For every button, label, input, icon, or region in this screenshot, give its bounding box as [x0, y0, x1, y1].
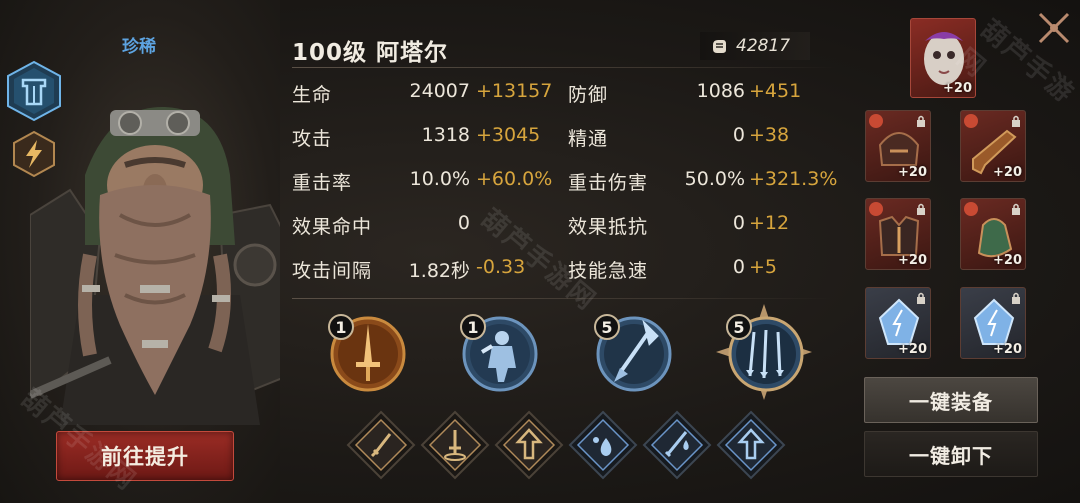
hero-detail-screen: 珍稀 前往提升 100级 阿塔尔 42817 生命 24007 +13157 防…	[0, 0, 1080, 503]
skill-level-badge: 1	[460, 314, 486, 340]
equip-crystal-slot-2[interactable]: +20	[960, 287, 1026, 359]
dwarf-hero-portrait	[30, 106, 280, 425]
stat-hp: 生命 24007 +13157	[292, 80, 562, 112]
buff-tag-icon	[869, 202, 883, 216]
stat-attack: 攻击 1318 +3045	[292, 124, 562, 156]
equip-level: +20	[943, 81, 972, 96]
blade-drop-gem-icon[interactable]	[642, 410, 712, 480]
stat-base: 10.0%	[409, 168, 470, 190]
stat-bonus: +12	[749, 212, 790, 234]
stat-base: 1086	[696, 80, 745, 102]
header-divider	[292, 67, 836, 68]
stat-name: 重击率	[292, 172, 353, 194]
skill-level-badge: 5	[594, 314, 620, 340]
stat-name: 效果命中	[292, 216, 373, 238]
skill-slot-2[interactable]: 1	[458, 312, 538, 392]
stat-name: 重击伤害	[568, 172, 649, 194]
stat-name: 攻击	[292, 128, 333, 150]
rarity-label: 珍稀	[122, 37, 156, 57]
stat-crit-damage: 重击伤害 50.0% +321.3%	[568, 168, 838, 200]
stat-base: 0	[732, 124, 745, 146]
stat-defense: 防御 1086 +451	[568, 80, 838, 112]
stat-crit-rate: 重击率 10.0% +60.0%	[292, 168, 562, 200]
power-fist-icon	[713, 40, 726, 53]
stat-mastery: 精通 0 +38	[568, 124, 838, 156]
equip-level: +20	[898, 253, 927, 268]
up-arrow-gem-icon[interactable]	[494, 410, 564, 480]
combat-power-value: 42817	[736, 36, 791, 56]
stat-base: 24007	[409, 80, 470, 102]
skill-slot-3[interactable]: 5	[592, 312, 672, 392]
dagger-gem-icon[interactable]	[420, 410, 490, 480]
stat-base: 1318	[421, 124, 470, 146]
skill-slot-4[interactable]: 5	[716, 304, 812, 400]
unequip-all-button[interactable]: 一键卸下	[864, 431, 1038, 477]
stat-effect-resist: 效果抵抗 0 +12	[568, 212, 838, 244]
helmet-tag-icon	[964, 114, 978, 128]
drops-gem-icon[interactable]	[568, 410, 638, 480]
lock-icon	[917, 203, 925, 215]
equip-helmet-slot[interactable]: +20	[865, 110, 931, 182]
stat-bonus: +3045	[476, 124, 541, 146]
stat-bonus: +451	[749, 80, 802, 102]
equip-gauntlet-slot[interactable]: +20	[960, 198, 1026, 270]
lock-icon	[917, 292, 925, 304]
lock-icon	[917, 115, 925, 127]
stat-base: 50.0%	[684, 168, 745, 190]
stat-bonus: +13157	[476, 80, 553, 102]
stat-base: 0	[457, 212, 470, 234]
skill-level-badge: 1	[328, 314, 354, 340]
equip-level: +20	[993, 165, 1022, 180]
hero-level-name: 100级 阿塔尔	[292, 40, 449, 66]
skill-slot-1[interactable]: 1	[326, 312, 406, 392]
stat-name: 生命	[292, 84, 333, 106]
equip-all-button[interactable]: 一键装备	[864, 377, 1038, 423]
class-tower-icon[interactable]	[6, 60, 62, 122]
equip-armor-slot[interactable]: +20	[865, 198, 931, 270]
stat-name: 精通	[568, 128, 609, 150]
heart-tag-icon	[869, 114, 883, 128]
stat-base: 1.82秒	[408, 260, 470, 282]
sword-gem-icon[interactable]	[346, 410, 416, 480]
skill-level-badge: 5	[726, 314, 752, 340]
stat-name: 防御	[568, 84, 609, 106]
lock-icon	[1012, 292, 1020, 304]
stat-bonus: +38	[749, 124, 790, 146]
lock-icon	[1012, 203, 1020, 215]
equip-level: +20	[898, 342, 927, 357]
stat-base: 0	[732, 212, 745, 234]
lightning-element-icon[interactable]	[12, 130, 56, 178]
equip-level: +20	[898, 165, 927, 180]
equip-level: +20	[993, 253, 1022, 268]
equip-crystal-slot-1[interactable]: +20	[865, 287, 931, 359]
attack-tag-icon	[964, 202, 978, 216]
up-arrow-blue-gem-icon[interactable]	[716, 410, 786, 480]
stat-bonus: +5	[749, 256, 778, 278]
stat-bonus: +321.3%	[749, 168, 838, 190]
stat-bonus: +60.0%	[476, 168, 553, 190]
stat-skill-haste: 技能急速 0 +5	[568, 256, 838, 288]
stat-name: 攻击间隔	[292, 260, 373, 282]
stat-name: 效果抵抗	[568, 216, 649, 238]
close-icon[interactable]	[1034, 8, 1074, 48]
equip-level: +20	[993, 342, 1022, 357]
combat-power: 42817	[700, 32, 810, 60]
stat-base: 0	[732, 256, 745, 278]
